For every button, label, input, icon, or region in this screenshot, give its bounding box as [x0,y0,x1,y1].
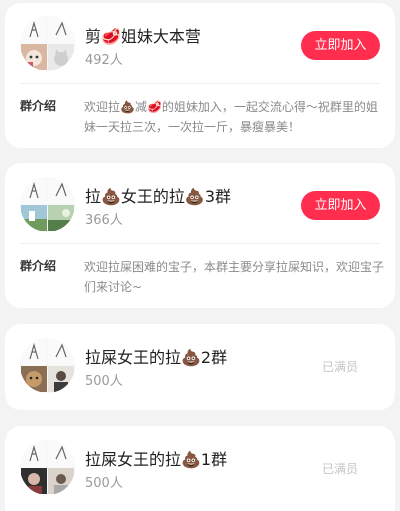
outdoor-photo-icon [21,205,47,231]
group-card[interactable]: 拉屎女王的拉💩1群 500人 已满员 [5,426,395,511]
member-count: 492人 [85,53,123,68]
sketch-figure-icon [21,339,47,365]
group-name: 拉屎女王的拉💩2群 [85,348,228,367]
group-name: 剪🥩姐妹大本营 [85,27,201,46]
full-status-label: 已满员 [321,360,358,374]
intro-text: 欢迎拉屎困难的宝子，本群主要分享拉屎知识，欢迎宝子们来讨论~ [84,260,385,294]
group-avatar [20,16,75,71]
person-photo-icon [48,468,74,494]
intro-label: 群介绍 [20,99,57,113]
sketch-figure-icon [21,441,47,467]
sketch-figure-icon [21,17,47,43]
sketch-figure-icon [48,178,74,204]
member-count: 500人 [85,476,123,491]
group-list: 剪🥩姐妹大本营 492人 立即加入 群介绍 欢迎拉💩减🥩的姐妹加入，一起交流心得… [0,0,400,511]
group-avatar [20,177,75,232]
puppy-photo-icon [21,44,47,70]
divider [20,83,380,84]
sketch-figure-icon [48,17,74,43]
group-avatar [20,440,75,495]
full-status-label: 已满员 [321,462,358,476]
intro-text: 欢迎拉💩减🥩的姐妹加入，一起交流心得～祝群里的姐妹一天拉三次，一次拉一斤，暴瘦暴… [84,100,378,134]
member-count: 500人 [85,374,123,389]
join-button[interactable]: 立即加入 [301,191,380,220]
intro-label: 群介绍 [20,259,57,273]
outdoor-photo-icon [48,205,74,231]
group-card[interactable]: 剪🥩姐妹大本营 492人 立即加入 群介绍 欢迎拉💩减🥩的姐妹加入，一起交流心得… [5,3,395,148]
group-card[interactable]: 拉屎女王的拉💩2群 500人 已满员 [5,324,395,410]
member-count: 366人 [85,213,123,228]
join-button[interactable]: 立即加入 [301,31,380,60]
group-avatar [20,338,75,393]
dog-photo-icon [21,366,47,392]
sketch-figure-icon [48,441,74,467]
cat-photo-icon [48,44,74,70]
sketch-figure-icon [48,339,74,365]
sketch-figure-icon [21,178,47,204]
divider [20,243,380,244]
person-photo-icon [48,366,74,392]
person-photo-icon [21,468,47,494]
group-card[interactable]: 拉💩女王的拉💩3群 366人 立即加入 群介绍 欢迎拉屎困难的宝子，本群主要分享… [5,163,395,308]
group-name: 拉屎女王的拉💩1群 [85,450,228,469]
group-name: 拉💩女王的拉💩3群 [85,187,232,206]
